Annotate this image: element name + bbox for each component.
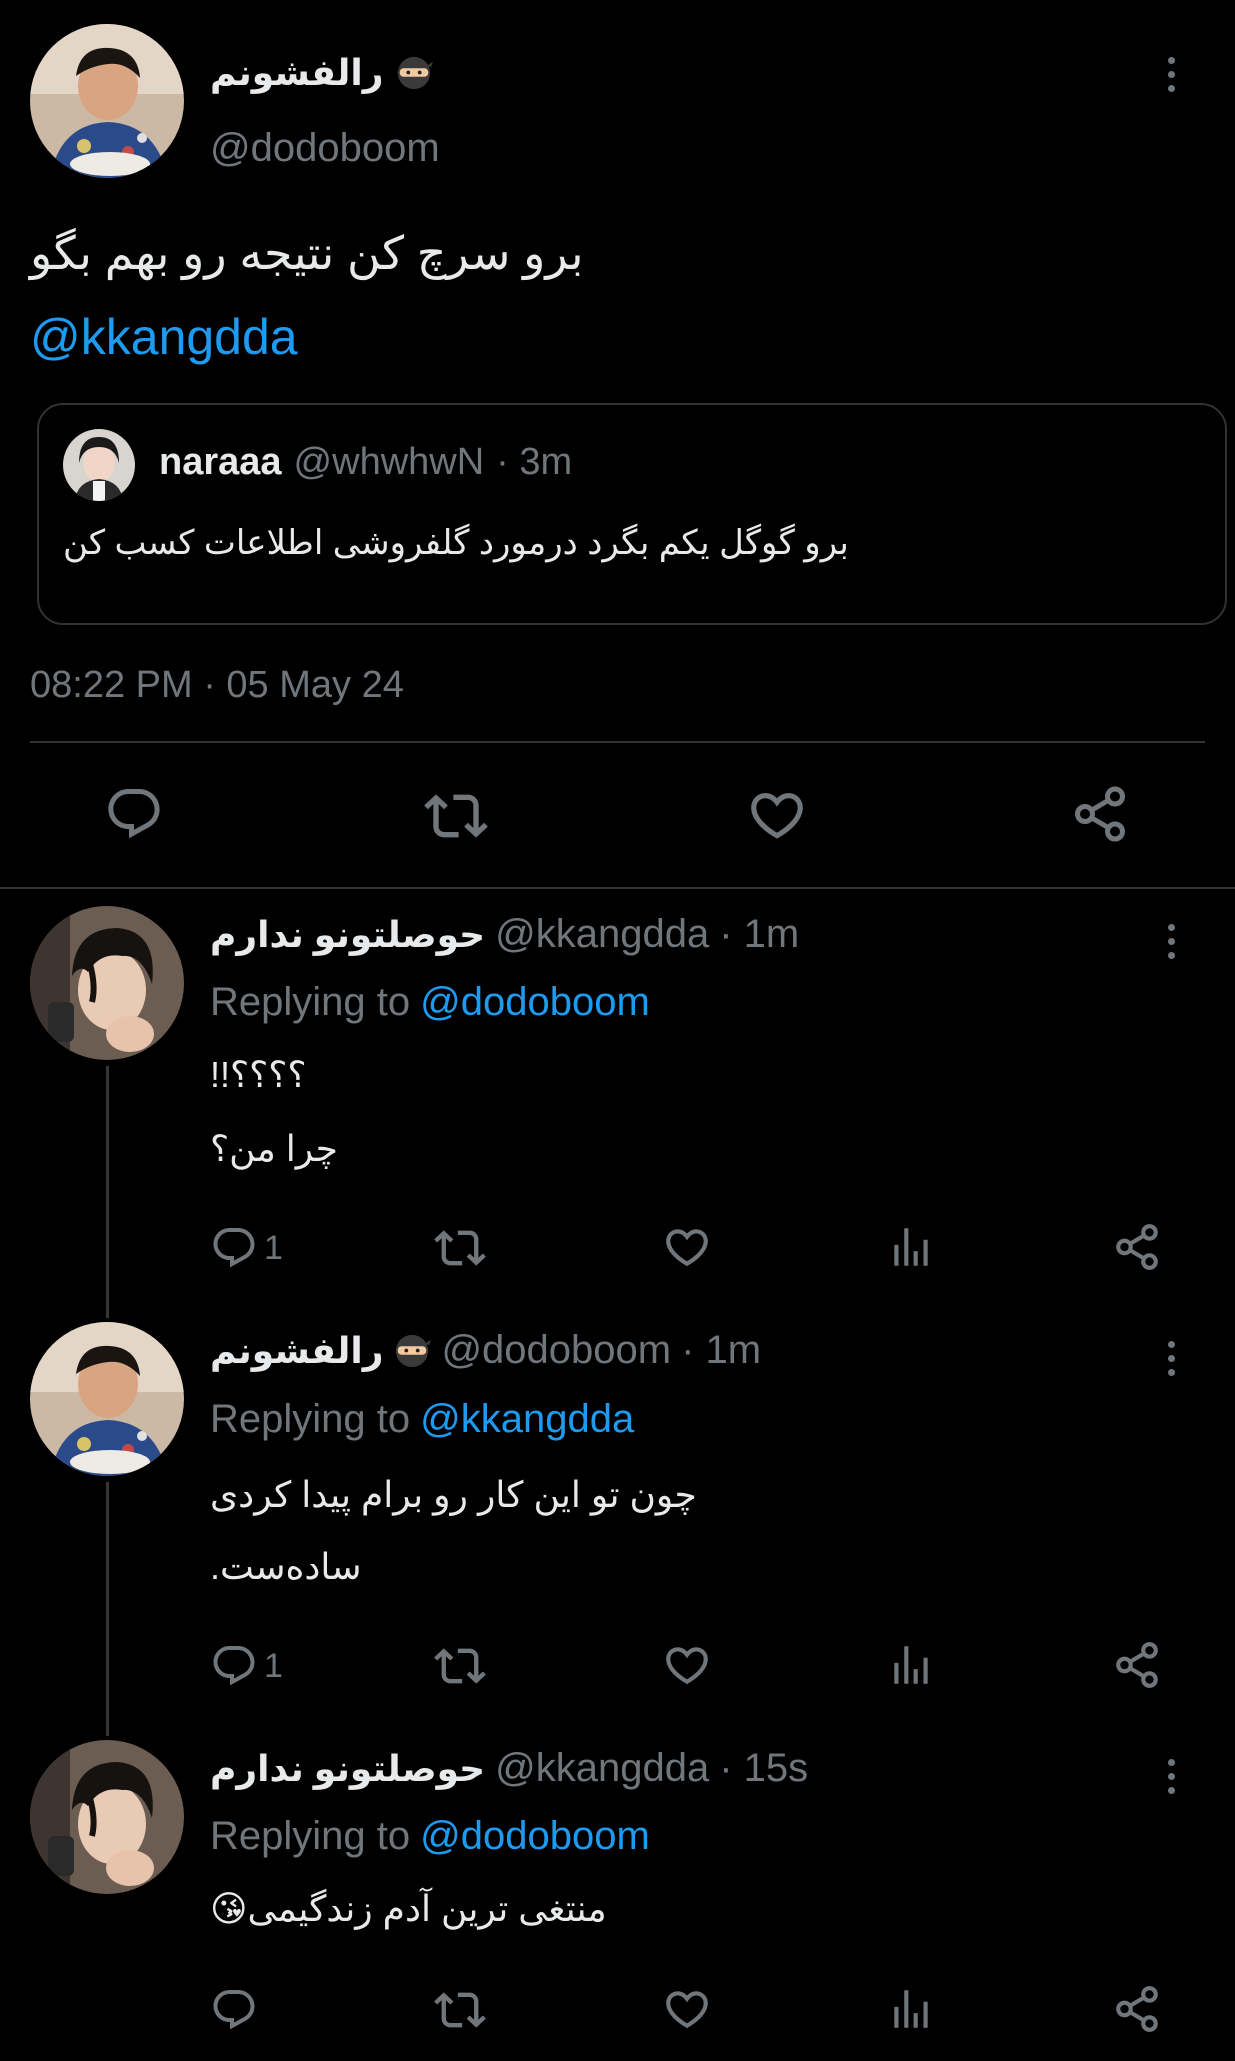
- heart-icon: [662, 1984, 712, 2034]
- like-button[interactable]: [746, 784, 808, 846]
- share-icon: [1112, 1222, 1162, 1272]
- replying-to-label: Replying to: [210, 1397, 411, 1441]
- divider: [30, 741, 1205, 743]
- thread-line: [106, 1482, 109, 1736]
- reply-time: · 1m: [719, 912, 800, 956]
- like-button[interactable]: [662, 1984, 712, 2034]
- replying-to: Replying to @dodoboom: [210, 1814, 650, 1859]
- reply-header: رالفشونم @dodoboom · 1m: [210, 1328, 761, 1373]
- reply-icon: [210, 1986, 258, 2034]
- reply-icon: [210, 1224, 258, 1272]
- replying-to: Replying to @dodoboom: [210, 980, 650, 1025]
- reply-count: 1: [264, 1646, 283, 1685]
- replying-to: Replying to @kkangdda: [210, 1397, 634, 1442]
- display-name[interactable]: حوصلتونو ندارم: [210, 914, 485, 956]
- reply-button[interactable]: [210, 1986, 264, 2034]
- replying-to-mention[interactable]: @dodoboom: [420, 1814, 650, 1859]
- reply-header: حوصلتونو ندارم @kkangdda · 15s: [210, 1746, 808, 1791]
- quoted-header: naraaa @whwhwN · 3m: [159, 441, 572, 484]
- replying-to-label: Replying to: [210, 1814, 411, 1858]
- quoted-handle: @whwhwN: [293, 441, 485, 483]
- views-icon: [886, 1222, 936, 1272]
- thread-line: [106, 1066, 109, 1318]
- avatar[interactable]: [30, 24, 184, 178]
- retweet-button[interactable]: [424, 784, 488, 848]
- share-icon: [1070, 784, 1130, 844]
- reply-count: 1: [264, 1228, 283, 1267]
- avatar[interactable]: [30, 1322, 184, 1476]
- views-button[interactable]: [886, 1222, 936, 1272]
- reply-text-line: چون تو این کار رو برام پیدا کردی: [210, 1474, 697, 1515]
- display-name[interactable]: رالفشونم: [210, 52, 383, 94]
- share-button[interactable]: [1112, 1640, 1162, 1690]
- heart-icon: [662, 1222, 712, 1272]
- reply-icon: [210, 1642, 258, 1690]
- reply-button[interactable]: 1: [210, 1642, 283, 1690]
- retweet-button[interactable]: [434, 1640, 486, 1692]
- quoted-time: · 3m: [496, 441, 573, 483]
- handle[interactable]: @kkangdda: [495, 912, 709, 957]
- views-icon: [886, 1640, 936, 1690]
- replying-to-mention[interactable]: @dodoboom: [420, 980, 650, 1025]
- reply-icon: [104, 784, 164, 844]
- avatar[interactable]: [30, 1740, 184, 1894]
- views-icon: [886, 1984, 936, 2034]
- reply-text-line: چرا من؟: [210, 1128, 338, 1169]
- handle[interactable]: @kkangdda: [495, 1746, 709, 1791]
- timestamp: 08:22 PM · 05 May 24: [30, 664, 404, 706]
- avatar: [63, 429, 135, 501]
- more-options-icon[interactable]: [1156, 911, 1186, 971]
- share-icon: [1112, 1640, 1162, 1690]
- views-button[interactable]: [886, 1640, 936, 1690]
- heart-icon: [746, 784, 808, 846]
- reply-time: · 15s: [719, 1746, 809, 1790]
- retweet-button[interactable]: [434, 1222, 486, 1274]
- retweet-icon: [434, 1640, 486, 1692]
- more-options-icon[interactable]: [1156, 1328, 1186, 1388]
- share-icon: [1112, 1984, 1162, 2034]
- share-button[interactable]: [1070, 784, 1130, 844]
- reply-button[interactable]: [104, 784, 164, 844]
- reply-text-line: ؟؟؟؟!!: [210, 1054, 307, 1095]
- handle[interactable]: @dodoboom: [441, 1328, 671, 1373]
- avatar[interactable]: [30, 906, 184, 1060]
- retweet-button[interactable]: [434, 1984, 486, 2036]
- like-button[interactable]: [662, 1640, 712, 1690]
- reply-text-line: ساده‌ست.: [210, 1546, 362, 1587]
- display-name[interactable]: حوصلتونو ندارم: [210, 1748, 485, 1790]
- reply-button[interactable]: 1: [210, 1224, 283, 1272]
- like-button[interactable]: [662, 1222, 712, 1272]
- quoted-text: برو گوگل یکم بگرد درمورد گلفروشی اطلاعات…: [63, 524, 849, 562]
- share-button[interactable]: [1112, 1984, 1162, 2034]
- reply-text-line: منتغی ترین آدم زندگیمی😘: [210, 1888, 607, 1929]
- share-button[interactable]: [1112, 1222, 1162, 1272]
- replying-to-label: Replying to: [210, 980, 411, 1024]
- handle[interactable]: @dodoboom: [210, 126, 440, 171]
- reply-time: · 1m: [681, 1328, 762, 1372]
- display-name[interactable]: رالفشونم: [210, 1330, 383, 1372]
- replying-to-mention[interactable]: @kkangdda: [420, 1397, 634, 1442]
- retweet-icon: [424, 784, 488, 848]
- more-options-icon[interactable]: [1156, 1746, 1186, 1806]
- heart-icon: [662, 1640, 712, 1690]
- ninja-emoji-icon: [395, 54, 433, 92]
- quoted-tweet[interactable]: naraaa @whwhwN · 3m برو گوگل یکم بگرد در…: [37, 403, 1227, 625]
- reply-header: حوصلتونو ندارم @kkangdda · 1m: [210, 912, 799, 957]
- retweet-icon: [434, 1984, 486, 2036]
- tweet-text: برو سرچ کن نتیجه رو بهم بگو: [30, 227, 584, 279]
- mention-link[interactable]: @kkangdda: [30, 308, 298, 366]
- views-button[interactable]: [886, 1984, 936, 2034]
- retweet-icon: [434, 1222, 486, 1274]
- divider: [0, 887, 1235, 889]
- quoted-display-name: naraaa: [159, 441, 282, 483]
- more-options-icon[interactable]: [1156, 44, 1186, 104]
- ninja-emoji-icon: [393, 1332, 431, 1370]
- display-name-row[interactable]: رالفشونم: [210, 48, 433, 98]
